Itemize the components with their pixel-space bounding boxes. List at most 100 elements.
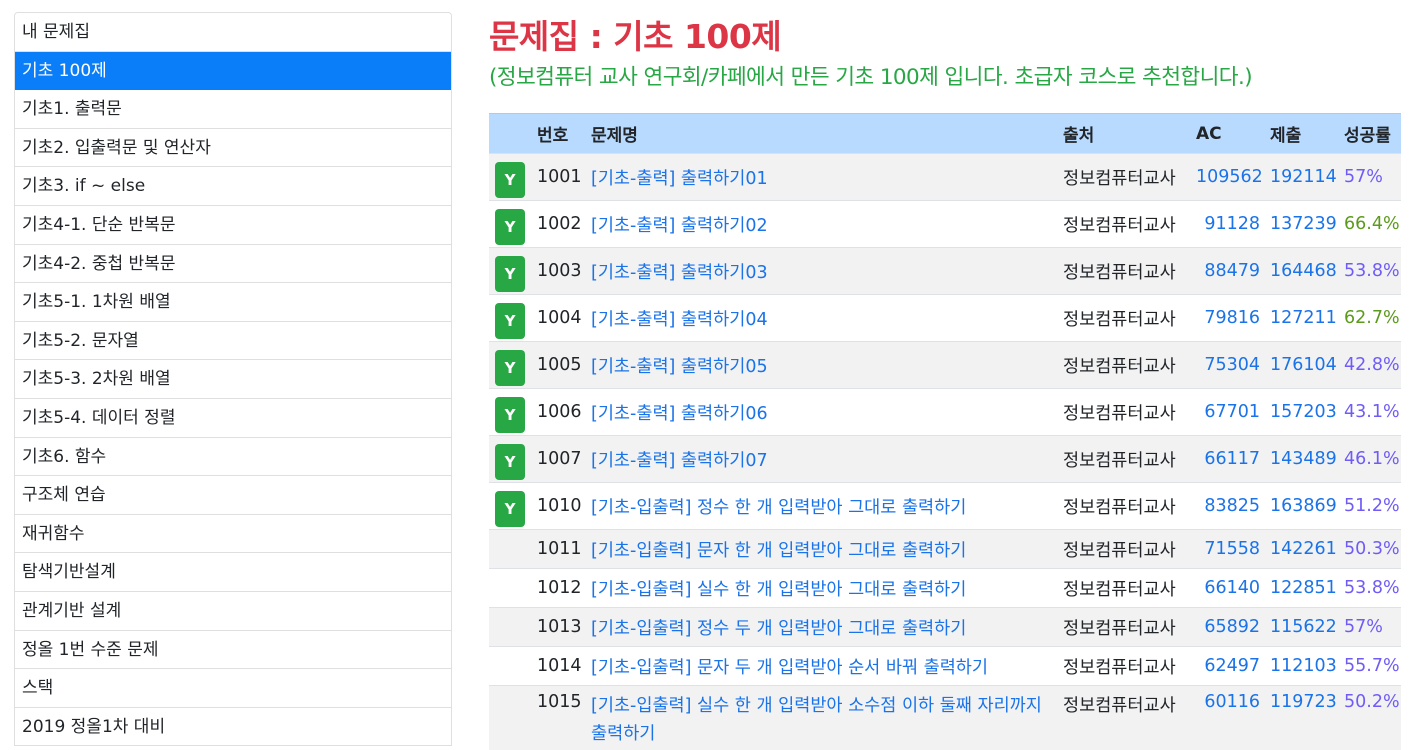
- header-rate[interactable]: 성공률: [1340, 113, 1401, 154]
- problem-source: 정보컴퓨터교사: [1059, 247, 1192, 295]
- status-cell: Y: [489, 247, 533, 295]
- problem-ac-count[interactable]: 91128: [1192, 200, 1266, 248]
- problem-title-cell: [기초-출력] 출력하기01: [587, 153, 1059, 201]
- problem-title-cell: [기초-입출력] 문자 한 개 입력받아 그대로 출력하기: [587, 529, 1059, 569]
- problem-ac-count[interactable]: 75304: [1192, 341, 1266, 389]
- problem-source: 정보컴퓨터교사: [1059, 200, 1192, 248]
- problem-submit-count[interactable]: 163869: [1266, 482, 1340, 530]
- problem-success-rate: 53.8%: [1340, 568, 1401, 608]
- problem-ac-count[interactable]: 71558: [1192, 529, 1266, 569]
- problem-id: 1002: [533, 200, 587, 248]
- problem-title-link[interactable]: [기초-입출력] 문자 두 개 입력받아 순서 바꿔 출력하기: [591, 658, 988, 678]
- problem-title-link[interactable]: [기초-출력] 출력하기07: [591, 451, 768, 471]
- sidebar-item-basic-100[interactable]: 기초 100제: [15, 51, 451, 91]
- problem-ac-count[interactable]: 79816: [1192, 294, 1266, 342]
- problem-ac-count[interactable]: 66140: [1192, 568, 1266, 608]
- sidebar-item-basic-5-4[interactable]: 기초5-4. 데이터 정렬: [15, 398, 451, 438]
- sidebar-item-recursion[interactable]: 재귀함수: [15, 514, 451, 554]
- problem-ac-count[interactable]: 65892: [1192, 607, 1266, 647]
- problem-title-cell: [기초-입출력] 실수 한 개 입력받아 소수점 이하 둘째 자리까지 출력하기: [587, 685, 1059, 750]
- problem-submit-count[interactable]: 119723: [1266, 685, 1340, 750]
- solved-badge: Y: [495, 444, 525, 480]
- table-row: 1013 [기초-입출력] 정수 두 개 입력받아 그대로 출력하기 정보컴퓨터…: [489, 607, 1401, 647]
- problem-source: 정보컴퓨터교사: [1059, 568, 1192, 608]
- sidebar-item-struct[interactable]: 구조체 연습: [15, 476, 451, 515]
- table-header-row: 번호 문제명 출처 AC 제출 성공률: [489, 113, 1401, 154]
- problem-submit-count[interactable]: 192114: [1266, 153, 1340, 201]
- problem-submit-count[interactable]: 143489: [1266, 435, 1340, 483]
- sidebar-item-my-problemset[interactable]: 내 문제집: [15, 13, 451, 52]
- sidebar-item-basic-5-3[interactable]: 기초5-3. 2차원 배열: [15, 360, 451, 399]
- page-title: 문제집 : 기초 100제: [489, 17, 782, 56]
- sidebar-item-basic-6[interactable]: 기초6. 함수: [15, 437, 451, 477]
- problem-id: 1004: [533, 294, 587, 342]
- problem-id: 1015: [533, 685, 587, 750]
- status-cell: Y: [489, 153, 533, 201]
- header-id[interactable]: 번호: [533, 113, 587, 154]
- problem-title-link[interactable]: [기초-입출력] 실수 한 개 입력받아 그대로 출력하기: [591, 580, 966, 600]
- header-status: [489, 113, 533, 154]
- problem-id: 1003: [533, 247, 587, 295]
- problem-title-link[interactable]: [기초-입출력] 정수 두 개 입력받아 그대로 출력하기: [591, 619, 966, 639]
- problem-title-link[interactable]: [기초-입출력] 정수 한 개 입력받아 그대로 출력하기: [591, 498, 966, 518]
- sidebar-item-stack[interactable]: 스택: [15, 669, 451, 708]
- sidebar-item-basic-4-2[interactable]: 기초4-2. 중첩 반복문: [15, 244, 451, 284]
- problem-source: 정보컴퓨터교사: [1059, 388, 1192, 436]
- table-row: Y 1010 [기초-입출력] 정수 한 개 입력받아 그대로 출력하기 정보컴…: [489, 482, 1401, 530]
- problem-title-link[interactable]: [기초-출력] 출력하기04: [591, 310, 768, 330]
- solved-badge: Y: [495, 256, 525, 292]
- problem-title-cell: [기초-입출력] 실수 한 개 입력받아 그대로 출력하기: [587, 568, 1059, 608]
- sidebar-item-basic-5-1[interactable]: 기초5-1. 1차원 배열: [15, 283, 451, 322]
- table-row: Y 1006 [기초-출력] 출력하기06 정보컴퓨터교사 67701 1572…: [489, 388, 1401, 436]
- problem-submit-count[interactable]: 112103: [1266, 646, 1340, 686]
- problem-id: 1012: [533, 568, 587, 608]
- status-cell: Y: [489, 435, 533, 483]
- sidebar-item-basic-2[interactable]: 기초2. 입출력문 및 연산자: [15, 128, 451, 168]
- problem-submit-count[interactable]: 142261: [1266, 529, 1340, 569]
- problem-id: 1014: [533, 646, 587, 686]
- problem-title-link[interactable]: [기초-출력] 출력하기03: [591, 263, 768, 283]
- problem-title-link[interactable]: [기초-출력] 출력하기02: [591, 216, 768, 236]
- problem-ac-count[interactable]: 66117: [1192, 435, 1266, 483]
- problem-submit-count[interactable]: 164468: [1266, 247, 1340, 295]
- header-source[interactable]: 출처: [1059, 113, 1192, 154]
- problem-title-link[interactable]: [기초-출력] 출력하기01: [591, 169, 768, 189]
- problem-title-cell: [기초-출력] 출력하기06: [587, 388, 1059, 436]
- problem-title-cell: [기초-출력] 출력하기05: [587, 341, 1059, 389]
- sidebar-item-relation-design[interactable]: 관계기반 설계: [15, 591, 451, 631]
- problem-submit-count[interactable]: 127211: [1266, 294, 1340, 342]
- sidebar-item-jungol-level1[interactable]: 정올 1번 수준 문제: [15, 630, 451, 670]
- problem-ac-count[interactable]: 60116: [1192, 685, 1266, 750]
- problem-table: 번호 문제명 출처 AC 제출 성공률 Y 1001 [기초-출력] 출력하기0…: [489, 113, 1401, 750]
- problem-submit-count[interactable]: 122851: [1266, 568, 1340, 608]
- problem-source: 정보컴퓨터교사: [1059, 153, 1192, 201]
- problem-submit-count[interactable]: 176104: [1266, 341, 1340, 389]
- sidebar-item-basic-5-2[interactable]: 기초5-2. 문자열: [15, 321, 451, 361]
- problem-title-cell: [기초-출력] 출력하기04: [587, 294, 1059, 342]
- problem-success-rate: 57%: [1340, 607, 1401, 647]
- header-ac[interactable]: AC: [1192, 113, 1266, 154]
- sidebar-item-search-design[interactable]: 탐색기반설계: [15, 553, 451, 592]
- problem-title-link[interactable]: [기초-입출력] 문자 한 개 입력받아 그대로 출력하기: [591, 541, 966, 561]
- problem-success-rate: 57%: [1340, 153, 1401, 201]
- problem-success-rate: 62.7%: [1340, 294, 1401, 342]
- problem-ac-count[interactable]: 62497: [1192, 646, 1266, 686]
- table-row: 1015 [기초-입출력] 실수 한 개 입력받아 소수점 이하 둘째 자리까지…: [489, 685, 1401, 750]
- sidebar-item-basic-4-1[interactable]: 기초4-1. 단순 반복문: [15, 205, 451, 245]
- header-title[interactable]: 문제명: [587, 113, 1059, 154]
- problem-ac-count[interactable]: 67701: [1192, 388, 1266, 436]
- problem-submit-count[interactable]: 137239: [1266, 200, 1340, 248]
- status-cell: Y: [489, 200, 533, 248]
- header-submit[interactable]: 제출: [1266, 113, 1340, 154]
- sidebar-item-2019-jungol[interactable]: 2019 정올1차 대비: [15, 707, 451, 747]
- problem-ac-count[interactable]: 83825: [1192, 482, 1266, 530]
- problem-title-link[interactable]: [기초-출력] 출력하기06: [591, 404, 768, 424]
- problem-submit-count[interactable]: 115622: [1266, 607, 1340, 647]
- problem-submit-count[interactable]: 157203: [1266, 388, 1340, 436]
- problem-ac-count[interactable]: 88479: [1192, 247, 1266, 295]
- sidebar-item-basic-3[interactable]: 기초3. if ~ else: [15, 167, 451, 206]
- sidebar-item-basic-1[interactable]: 기초1. 출력문: [15, 90, 451, 129]
- problem-ac-count[interactable]: 109562: [1192, 153, 1266, 201]
- problem-title-link[interactable]: [기초-출력] 출력하기05: [591, 357, 768, 377]
- problem-title-link[interactable]: [기초-입출력] 실수 한 개 입력받아 소수점 이하 둘째 자리까지 출력하기: [591, 696, 1042, 744]
